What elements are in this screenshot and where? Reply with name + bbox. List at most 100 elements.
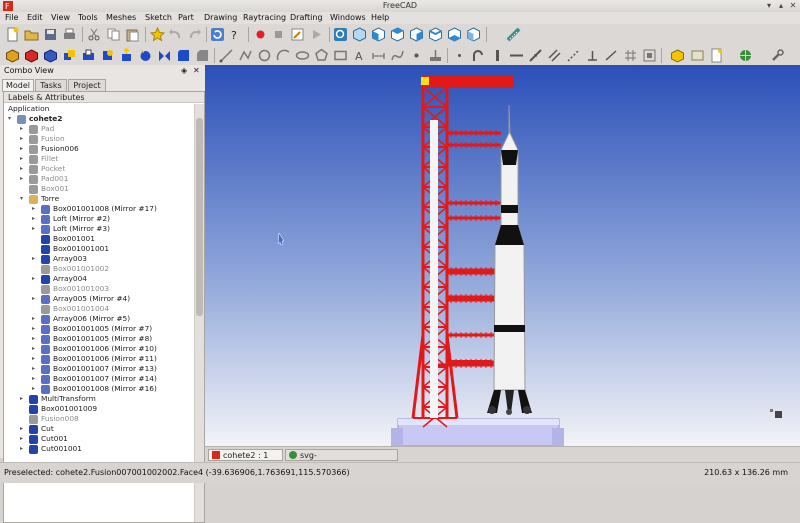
bottom-view-icon[interactable] [447,27,462,42]
model-tree[interactable]: Labels & Attributes Application ▾ cohete2… [3,91,205,523]
extrude-icon[interactable] [119,48,134,63]
top-view-icon[interactable] [390,27,405,42]
new-document-icon[interactable] [5,27,20,42]
expand-arrow-icon[interactable]: ▸ [20,135,28,143]
expand-arrow-icon[interactable]: ▸ [32,385,40,393]
left-view-icon[interactable] [466,27,481,42]
undo-icon[interactable] [168,27,183,42]
chamfer-tool-icon[interactable] [195,48,210,63]
record-macro-icon[interactable] [253,27,268,42]
expand-arrow-icon[interactable]: ▸ [20,175,28,183]
boolean-union-icon[interactable] [62,48,77,63]
expand-arrow-icon[interactable]: ▸ [32,215,40,223]
open-folder-icon[interactable] [24,27,39,42]
maximize-icon[interactable]: ▴ [776,1,786,11]
draft-bspline-icon[interactable] [390,48,405,63]
menu-tools[interactable]: Tools [78,13,98,22]
menu-meshes[interactable]: Meshes [106,13,136,22]
expand-arrow-icon[interactable]: ▸ [20,425,28,433]
draft-shapestring-icon[interactable] [428,48,443,63]
front-view-icon[interactable] [371,27,386,42]
fit-all-icon[interactable] [333,27,348,42]
collapse-arrow-icon[interactable]: ▾ [8,115,16,123]
menu-help[interactable]: Help [371,13,389,22]
draft-text-icon[interactable]: A [352,48,367,63]
expand-arrow-icon[interactable]: ▸ [20,445,28,453]
draft-arc-icon[interactable] [276,48,291,63]
whats-this-icon[interactable]: ? [229,27,244,42]
close-icon[interactable]: ✕ [788,1,798,11]
expand-arrow-icon[interactable]: ▸ [32,375,40,383]
float-panel-icon[interactable]: ◈ [181,66,187,75]
menu-view[interactable]: View [51,13,70,22]
expand-arrow-icon[interactable]: ▸ [32,365,40,373]
cut-scissors-icon[interactable] [87,27,102,42]
play-macro-icon[interactable] [309,27,324,42]
draft-line-icon[interactable] [219,48,234,63]
snap-grid-icon[interactable] [623,48,638,63]
expand-arrow-icon[interactable]: ▸ [20,155,28,163]
menu-sketch[interactable]: Sketch [145,13,172,22]
axonometric-view-icon[interactable] [352,27,367,42]
tab-browser-svg-edit[interactable]: svg-edit.googlecode.com [285,449,398,472]
expand-arrow-icon[interactable]: ▸ [20,395,28,403]
part-box-icon[interactable] [5,48,20,63]
menu-edit[interactable]: Edit [27,13,43,22]
boolean-common-icon[interactable] [100,48,115,63]
nav-cube-icon[interactable] [770,409,782,418]
measure-icon[interactable] [506,27,521,42]
redo-icon[interactable] [187,27,202,42]
tree-scrollbar[interactable] [194,104,204,522]
snap-horizontal-icon[interactable] [509,48,524,63]
snap-point-icon[interactable] [452,48,467,63]
revolve-icon[interactable] [138,48,153,63]
3d-viewport[interactable] [205,65,800,446]
print-icon[interactable] [62,27,77,42]
part-design-box-icon[interactable] [670,48,685,63]
expand-arrow-icon[interactable]: ▸ [20,435,28,443]
draft-polygon-icon[interactable] [314,48,329,63]
tree-scroll-thumb[interactable] [196,118,203,316]
expand-arrow-icon[interactable]: ▸ [32,355,40,363]
refresh-icon[interactable] [210,27,225,42]
part-cube-blue-icon[interactable] [43,48,58,63]
menu-drafting[interactable]: Drafting [290,13,323,22]
draft-circle-icon[interactable] [257,48,272,63]
snap-angle-icon[interactable] [604,48,619,63]
draft-rectangle-icon[interactable] [333,48,348,63]
stop-macro-icon[interactable] [271,27,286,42]
part-cube-red-icon[interactable] [24,48,39,63]
drawing-page-icon[interactable] [709,48,724,63]
snap-parallel-icon[interactable] [547,48,562,63]
fillet-tool-icon[interactable] [176,48,191,63]
expand-arrow-icon[interactable]: ▸ [32,205,40,213]
draft-wire-icon[interactable] [238,48,253,63]
tab-document-cohete2[interactable]: cohete2 : 1 [208,449,283,461]
expand-arrow-icon[interactable]: ▸ [32,325,40,333]
rear-view-icon[interactable] [428,27,443,42]
draft-point-icon[interactable] [409,48,424,63]
expand-arrow-icon[interactable]: ▸ [32,295,40,303]
menu-windows[interactable]: Windows [330,13,366,22]
menu-part[interactable]: Part [178,13,194,22]
right-view-icon[interactable] [409,27,424,42]
snap-diagonal-icon[interactable] [528,48,543,63]
collapse-arrow-icon[interactable]: ▾ [20,195,28,203]
paste-icon[interactable] [125,27,140,42]
expand-arrow-icon[interactable]: ▸ [20,165,28,173]
edit-macro-icon[interactable] [290,27,305,42]
menu-raytracing[interactable]: Raytracing [243,13,286,22]
close-panel-icon[interactable]: ✕ [193,66,200,75]
snap-arc-icon[interactable] [471,48,486,63]
macro-star-icon[interactable] [150,27,165,42]
expand-arrow-icon[interactable]: ▸ [32,275,40,283]
expand-arrow-icon[interactable]: ▸ [32,335,40,343]
web-browser-icon[interactable] [738,48,753,63]
save-icon[interactable] [43,27,58,42]
snap-extension-icon[interactable] [566,48,581,63]
draft-dimension-icon[interactable] [371,48,386,63]
expand-arrow-icon[interactable]: ▸ [32,315,40,323]
mirror-tool-icon[interactable] [157,48,172,63]
menu-file[interactable]: File [5,13,18,22]
expand-arrow-icon[interactable]: ▸ [20,145,28,153]
